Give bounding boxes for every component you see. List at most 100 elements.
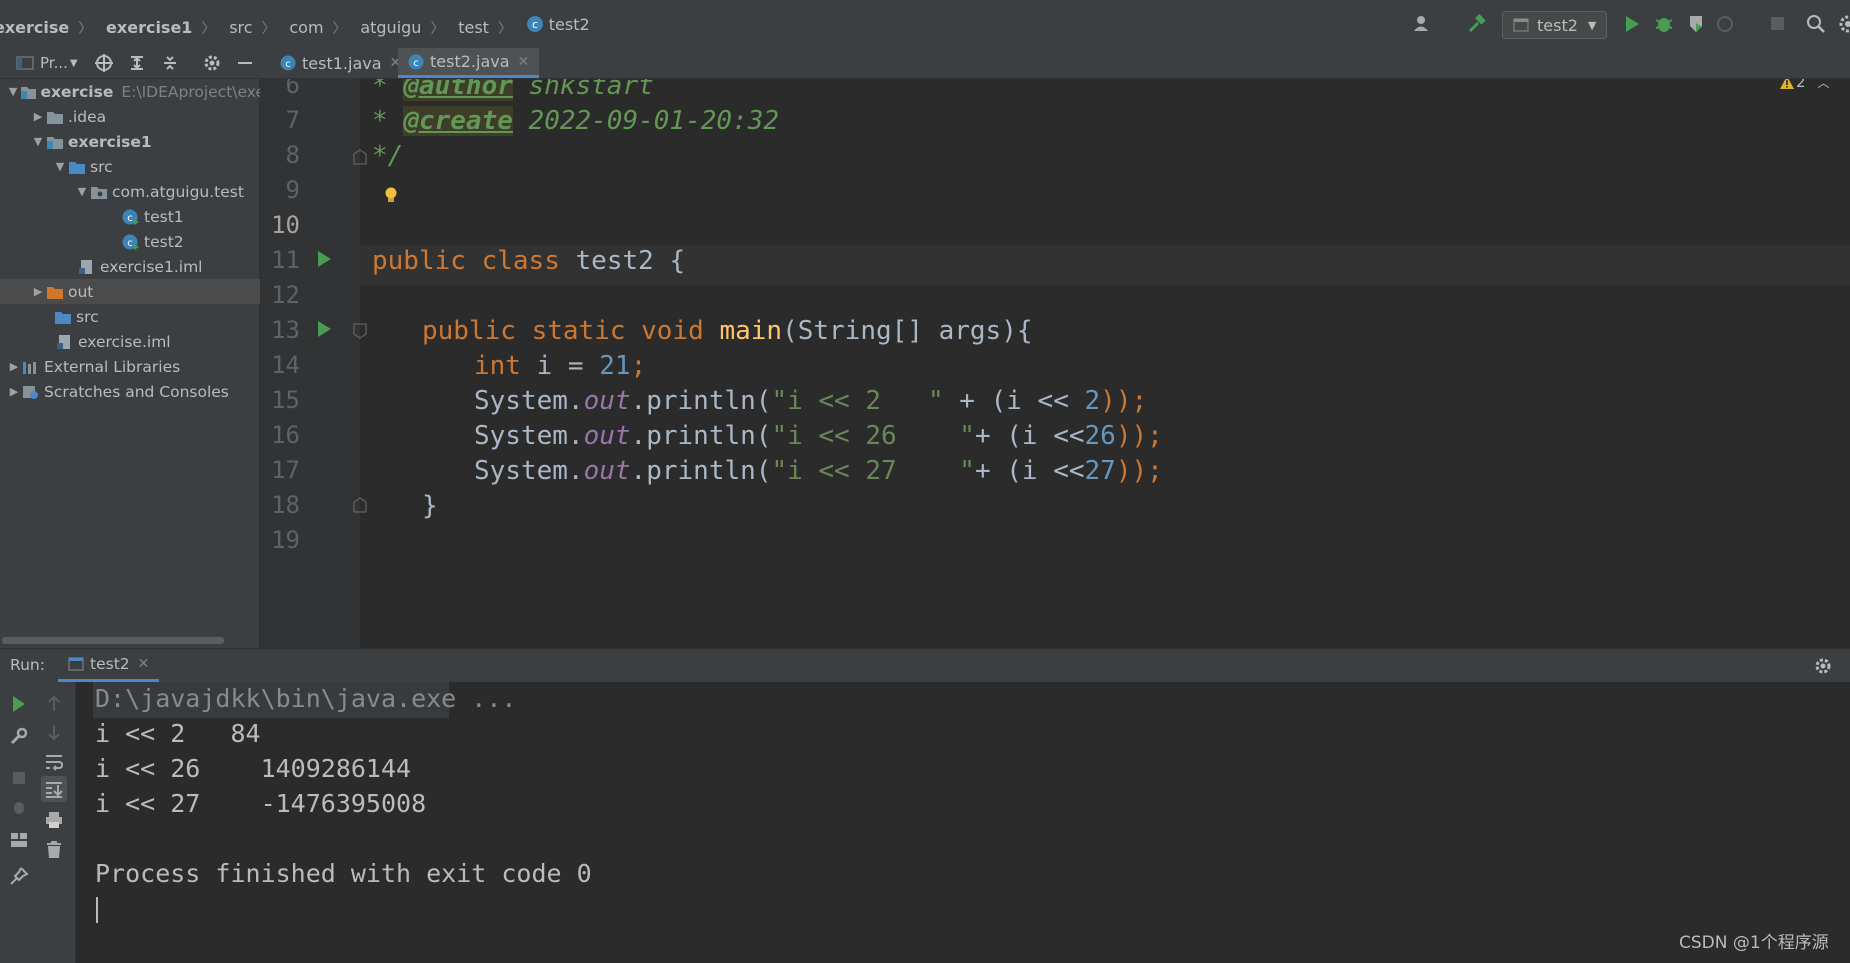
run-gutter-icon[interactable] bbox=[316, 250, 332, 268]
wrench-icon[interactable] bbox=[9, 726, 29, 746]
hide-panel-icon[interactable] bbox=[236, 54, 254, 72]
code-token: main bbox=[719, 316, 783, 346]
tree-item-out[interactable]: ▶ out bbox=[0, 279, 289, 304]
java-class-icon: c bbox=[280, 55, 296, 71]
chevron-down-icon: ▼ bbox=[1587, 18, 1597, 32]
breadcrumb-item[interactable]: test bbox=[458, 4, 489, 52]
tab-row: Pr... ▼ c test1.java ✕ c test2.java ✕ bbox=[0, 48, 1850, 79]
chevron-up-icon[interactable]: ︿ bbox=[1818, 79, 1830, 91]
navigation-bar: exercise 〉 exercise1 〉 src 〉 com 〉 atguigu 〉 … bbox=[0, 0, 1850, 49]
gear-icon[interactable] bbox=[1814, 657, 1832, 675]
console-line: i << 27 -1476395008 bbox=[95, 789, 427, 818]
run-gutter-icon[interactable] bbox=[316, 320, 332, 338]
tree-item-label: exercise1 bbox=[68, 132, 152, 151]
tab-test2-java[interactable]: c test2.java ✕ bbox=[398, 48, 540, 78]
code-line-15: System.out.println("i << 2 " + (i << 2))… bbox=[474, 386, 1147, 416]
arrow-down-icon[interactable] bbox=[44, 722, 64, 742]
java-class-icon: c bbox=[122, 209, 139, 225]
tab-test1-java[interactable]: c test1.java ✕ bbox=[270, 48, 411, 78]
tree-item-exercise1[interactable]: ▼ exercise1 bbox=[0, 129, 289, 154]
close-icon[interactable]: ✕ bbox=[518, 54, 530, 70]
code-token: .println( bbox=[630, 421, 772, 451]
line-number: 9 bbox=[285, 176, 300, 204]
close-icon[interactable]: ✕ bbox=[138, 656, 150, 672]
trash-icon[interactable] bbox=[44, 840, 64, 860]
locate-file-icon[interactable] bbox=[95, 54, 113, 72]
module-folder-icon bbox=[21, 86, 37, 99]
code-token: test2 bbox=[575, 246, 654, 276]
tree-item-label: com.atguigu.test bbox=[112, 182, 244, 201]
coverage-icon[interactable] bbox=[1686, 14, 1706, 34]
build-hammer-icon[interactable] bbox=[1467, 14, 1487, 34]
tree-item-idea[interactable]: ▶ .idea bbox=[0, 104, 289, 129]
fold-icon[interactable] bbox=[353, 497, 367, 513]
soft-wrap-icon[interactable] bbox=[44, 752, 64, 772]
debug-icon[interactable] bbox=[1654, 14, 1674, 34]
chevron-right-icon[interactable]: ▶ bbox=[30, 110, 46, 123]
breadcrumb-class[interactable]: c test2 bbox=[526, 0, 590, 48]
code-token: )); bbox=[1115, 421, 1163, 451]
gear-icon[interactable] bbox=[203, 54, 221, 72]
chevron-down-icon: ▼ bbox=[69, 57, 78, 69]
code-line-11: public class test2 { bbox=[372, 246, 685, 276]
code-token: + (i << bbox=[943, 386, 1085, 416]
library-icon bbox=[23, 361, 36, 374]
chevron-down-icon[interactable]: ▼ bbox=[74, 185, 90, 198]
lightbulb-icon[interactable] bbox=[384, 187, 398, 205]
settings-gear-icon[interactable] bbox=[1838, 14, 1850, 34]
chevron-down-icon[interactable]: ▼ bbox=[6, 85, 20, 98]
user-icon[interactable] bbox=[1413, 14, 1433, 34]
breadcrumb-item[interactable]: src bbox=[229, 4, 252, 52]
stop-icon[interactable] bbox=[1768, 14, 1788, 34]
tree-item-external-libraries[interactable]: ▶ External Libraries bbox=[0, 354, 265, 379]
breadcrumb-item[interactable]: exercise bbox=[0, 4, 69, 52]
arrow-up-icon[interactable] bbox=[44, 694, 64, 714]
tree-item-label: External Libraries bbox=[44, 357, 181, 376]
config-icon bbox=[68, 657, 84, 671]
tree-item-label: exercise1.iml bbox=[100, 257, 203, 276]
breadcrumb-item[interactable]: exercise1 bbox=[106, 4, 192, 52]
scroll-to-end-toggle[interactable] bbox=[41, 776, 67, 802]
code-token: "i << 26 " bbox=[771, 421, 975, 451]
chevron-down-icon[interactable]: ▼ bbox=[30, 135, 46, 148]
tree-item-label: Scratches and Consoles bbox=[44, 382, 229, 401]
console-output[interactable]: D:\javajdkk\bin\java.exe ... i << 2 84 i… bbox=[76, 682, 1850, 963]
collapse-all-icon[interactable] bbox=[161, 54, 179, 72]
chevron-right-icon[interactable]: ▶ bbox=[6, 385, 22, 398]
fold-icon[interactable] bbox=[353, 323, 367, 339]
chevron-right-icon[interactable]: ▶ bbox=[30, 285, 46, 298]
debug-icon[interactable] bbox=[9, 797, 29, 817]
chevron-down-icon[interactable]: ▼ bbox=[52, 160, 68, 173]
search-icon[interactable] bbox=[1806, 14, 1826, 34]
pin-icon[interactable] bbox=[9, 866, 29, 886]
print-icon[interactable] bbox=[44, 810, 64, 830]
inspection-widget[interactable]: 2 ︿ bbox=[1780, 79, 1830, 91]
expand-all-icon[interactable] bbox=[128, 54, 146, 72]
profile-icon[interactable] bbox=[1716, 14, 1736, 34]
horizontal-scrollbar[interactable] bbox=[2, 637, 224, 644]
module-file-icon bbox=[57, 334, 70, 349]
code-line-8: */ bbox=[372, 141, 403, 171]
run-tab-test2[interactable]: test2 ✕ bbox=[58, 649, 160, 682]
breadcrumb-item[interactable]: com bbox=[289, 4, 323, 52]
stop-icon[interactable] bbox=[9, 768, 29, 788]
breadcrumb-item[interactable]: atguigu bbox=[360, 4, 421, 52]
watermark: CSDN @1个程序源 bbox=[1679, 933, 1829, 953]
project-view-selector[interactable]: Pr... ▼ bbox=[16, 54, 78, 72]
layout-icon[interactable] bbox=[9, 830, 29, 850]
tree-item-label: .idea bbox=[68, 107, 107, 126]
line-number: 17 bbox=[271, 456, 300, 484]
run-toolbar bbox=[0, 682, 76, 963]
tree-item-path: E:\IDEAproject\exe bbox=[121, 82, 265, 101]
run-icon[interactable] bbox=[1622, 14, 1642, 34]
rerun-icon[interactable] bbox=[9, 694, 29, 714]
run-configuration-select[interactable]: test2 ▼ bbox=[1502, 11, 1607, 39]
fold-icon[interactable] bbox=[353, 149, 367, 165]
tree-item-scratches[interactable]: ▶ Scratches and Consoles bbox=[0, 379, 265, 404]
tree-item-exercise[interactable]: ▼ exercise E:\IDEAproject\exe bbox=[0, 79, 265, 104]
chevron-right-icon[interactable]: ▶ bbox=[6, 360, 22, 373]
code-editor[interactable]: 6 7 8 9 10 11 12 13 14 15 16 17 18 19 * … bbox=[260, 79, 1850, 648]
code-token: } bbox=[422, 491, 438, 521]
code-token: int bbox=[474, 351, 521, 381]
code-token: class bbox=[481, 246, 560, 276]
